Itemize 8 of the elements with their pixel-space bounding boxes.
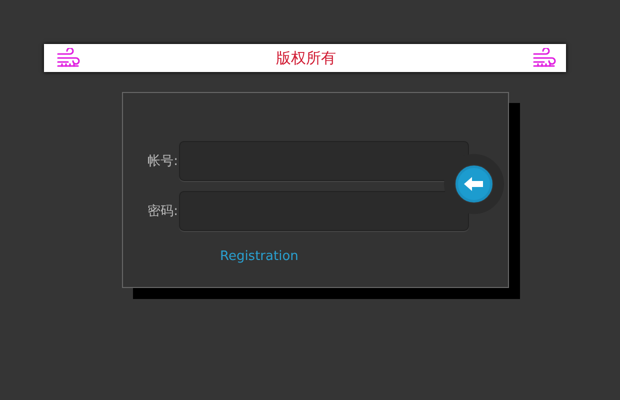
field-label: 帐号: (146, 153, 178, 170)
wind-icon (56, 48, 80, 68)
registration-link[interactable]: Registration (220, 249, 298, 264)
wind-icon (532, 48, 556, 68)
input-field[interactable] (179, 141, 469, 181)
banner-title: 版权所有 (276, 48, 336, 68)
input-field[interactable] (179, 191, 469, 231)
field-label: 密码: (146, 203, 178, 220)
